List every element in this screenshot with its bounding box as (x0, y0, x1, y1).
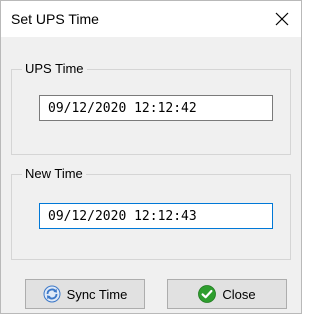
new-time-label: New Time (22, 166, 86, 181)
close-icon (275, 12, 289, 26)
window-title: Set UPS Time (11, 11, 99, 27)
new-time-field[interactable] (39, 203, 273, 229)
title-bar: Set UPS Time (1, 1, 301, 37)
sync-icon (43, 285, 61, 303)
set-ups-time-dialog: Set UPS Time UPS Time New Time Sync Time (0, 0, 302, 314)
window-close-button[interactable] (267, 5, 297, 33)
check-circle-icon (198, 285, 217, 303)
ups-time-label: UPS Time (22, 61, 87, 76)
sync-time-button[interactable]: Sync Time (25, 279, 145, 309)
close-button[interactable]: Close (167, 279, 287, 309)
close-label: Close (222, 286, 256, 302)
ups-time-field[interactable] (39, 95, 273, 121)
sync-time-label: Sync Time (66, 286, 128, 302)
